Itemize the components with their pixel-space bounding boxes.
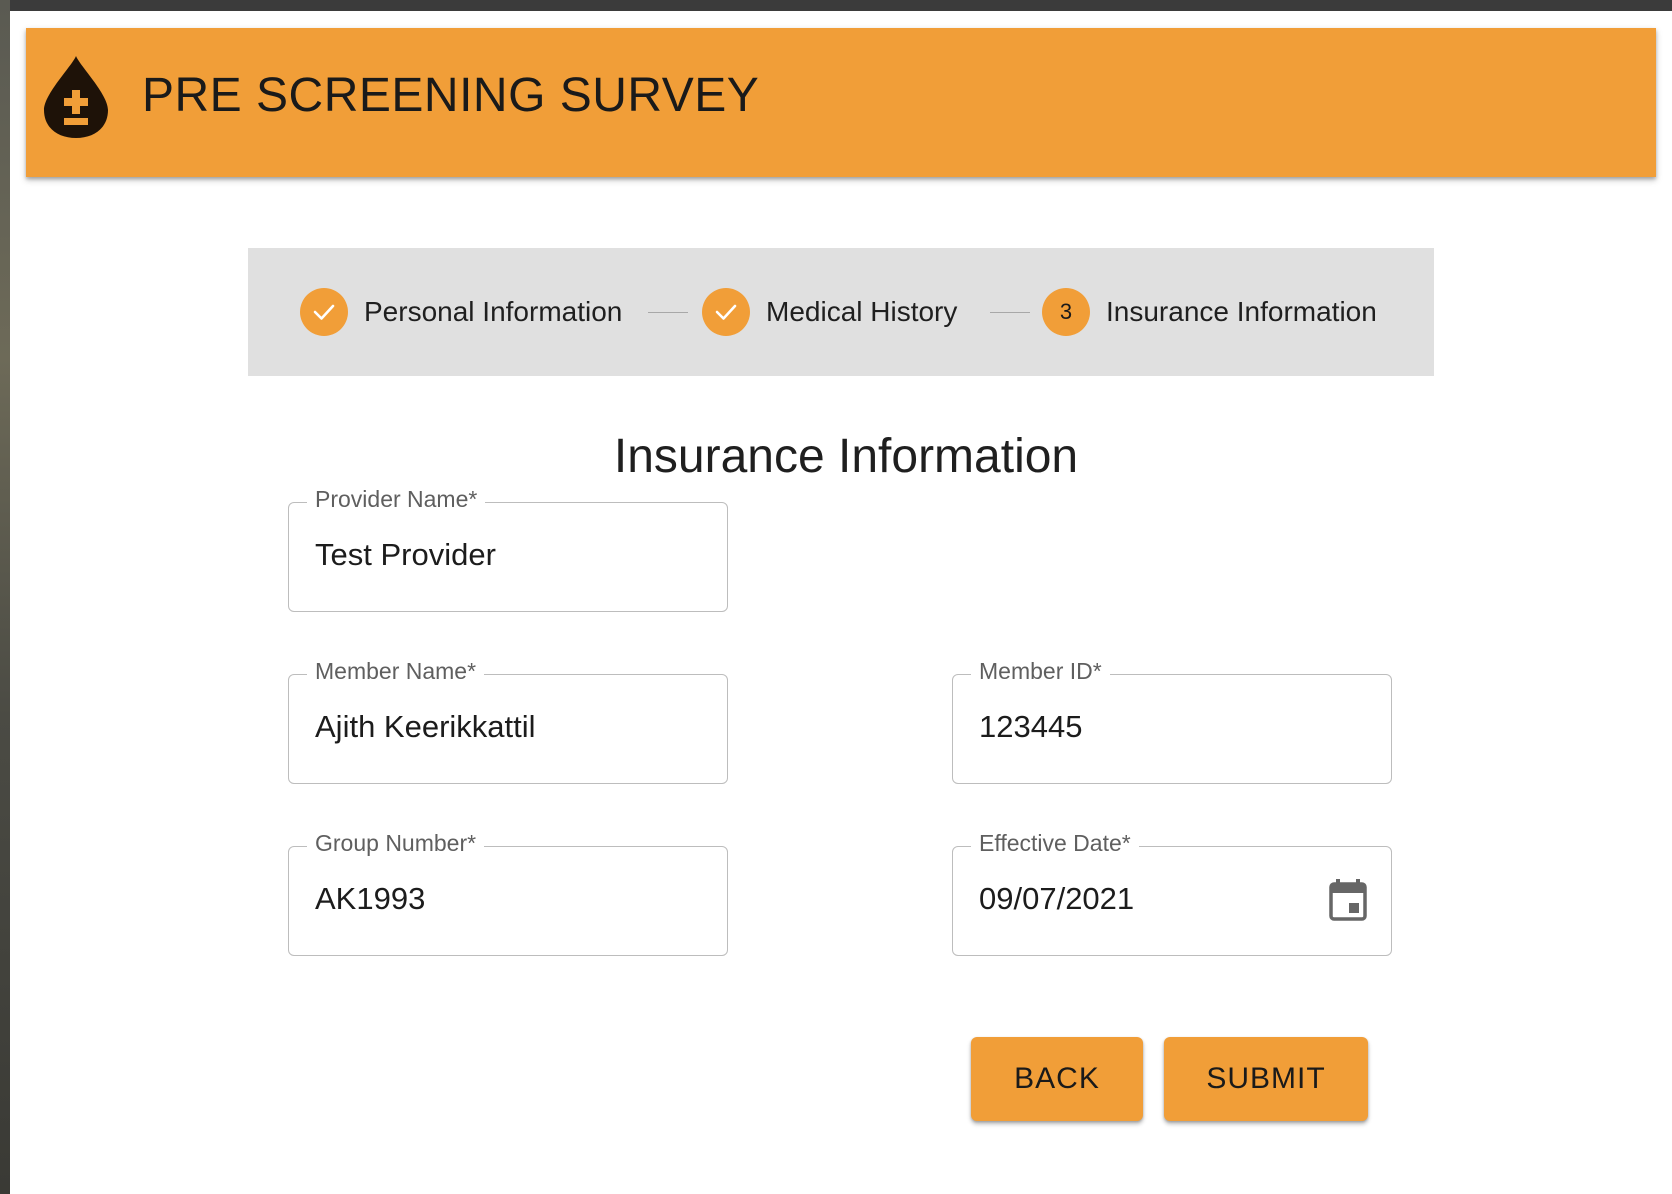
step-connector [990,312,1030,313]
effective-date-field[interactable]: Effective Date* 09/07/2021 [952,830,1392,956]
window-top-bar [0,0,1672,11]
app-header: PRE SCREENING SURVEY [26,28,1656,177]
group-number-field[interactable]: Group Number* AK1993 [288,830,728,956]
progress-stepper: Personal Information Medical History 3 I… [248,248,1434,376]
field-label: Provider Name* [307,486,486,513]
submit-button[interactable]: SUBMIT [1164,1037,1368,1121]
field-label: Effective Date* [971,830,1139,857]
field-label: Member ID* [971,658,1110,685]
calendar-icon[interactable] [1329,879,1367,921]
field-label: Member Name* [307,658,485,685]
check-icon [313,304,335,320]
form-title: Insurance Information [613,430,1079,483]
step-medical-history[interactable]: Medical History [702,248,957,376]
step-completed-badge [702,288,750,336]
member-name-input[interactable]: Ajith Keerikkattil [315,709,536,745]
step-label: Personal Information [364,296,623,327]
page: PRE SCREENING SURVEY Personal Informatio… [10,11,1672,1194]
group-number-input[interactable]: AK1993 [315,881,425,917]
member-name-field[interactable]: Member Name* Ajith Keerikkattil [288,658,728,784]
blood-drop-plus-minus-icon [44,56,108,138]
effective-date-input[interactable]: 09/07/2021 [979,881,1134,917]
field-label: Group Number* [307,830,485,857]
provider-name-field[interactable]: Provider Name* Test Provider [288,486,728,612]
step-label: Insurance Information [1106,296,1377,327]
back-button[interactable]: BACK [971,1037,1143,1121]
member-id-input[interactable]: 123445 [979,709,1082,745]
step-number-badge: 3 [1042,288,1090,336]
step-personal-information[interactable]: Personal Information [300,248,622,376]
provider-name-input[interactable]: Test Provider [315,537,496,573]
step-completed-badge [300,288,348,336]
window-left-edge [0,0,10,1194]
step-insurance-information[interactable]: 3 Insurance Information [1042,248,1377,376]
step-label: Medical History [766,296,958,327]
step-connector [648,312,688,313]
member-id-field[interactable]: Member ID* 123445 [952,658,1392,784]
app-title: PRE SCREENING SURVEY [142,69,760,122]
check-icon [715,304,737,320]
